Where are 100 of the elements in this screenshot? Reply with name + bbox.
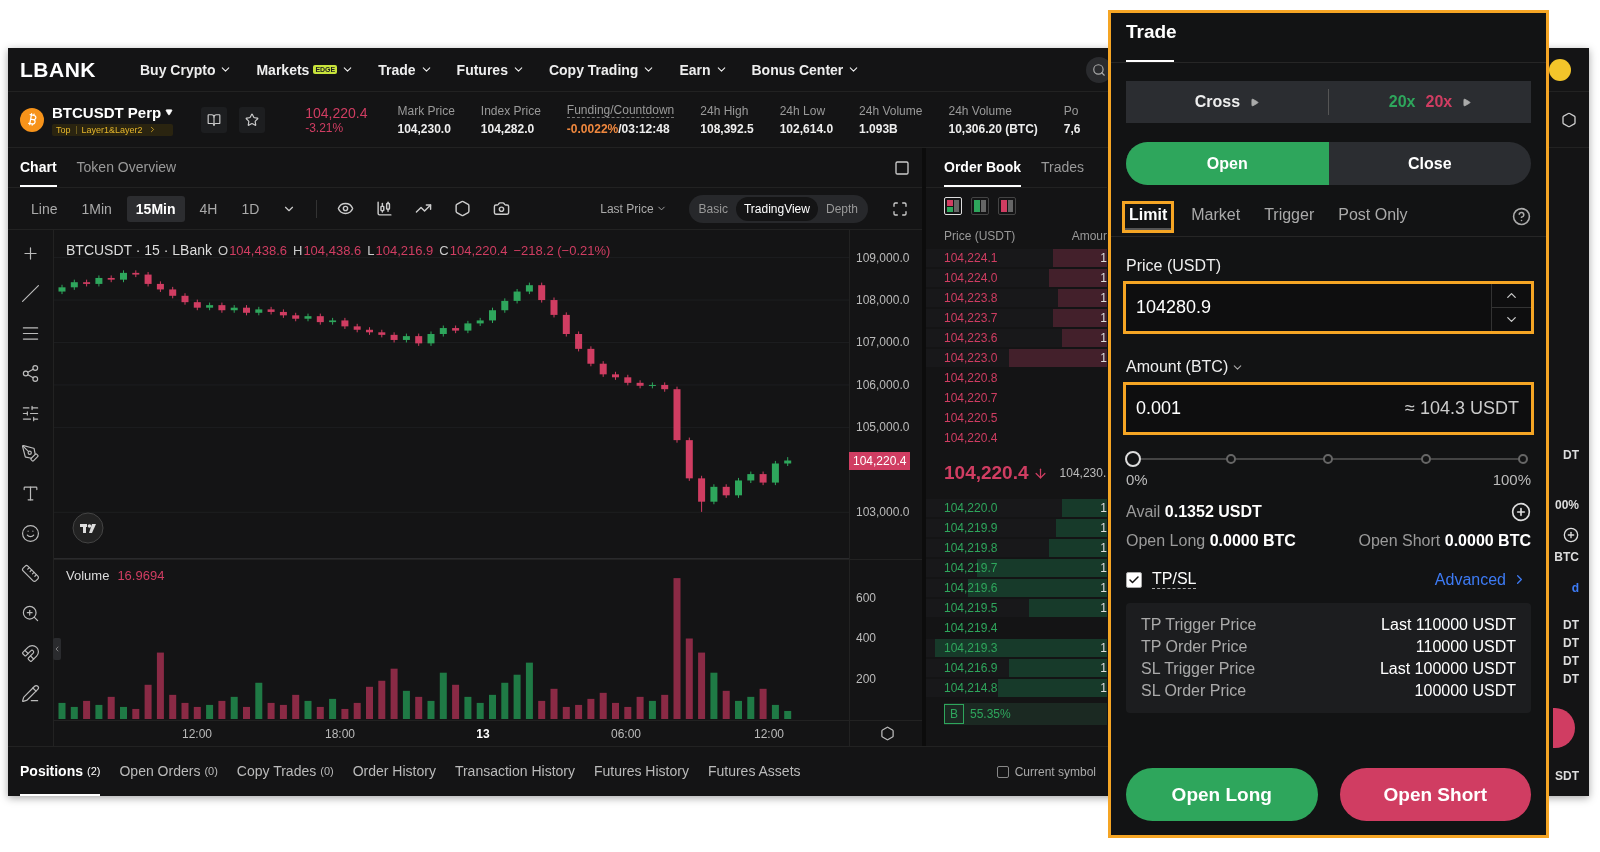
lines-icon[interactable]	[21, 324, 40, 343]
margin-mode-button[interactable]: Cross	[1126, 81, 1328, 123]
current-symbol-checkbox[interactable]: Current symbol	[996, 764, 1096, 779]
settings-icon[interactable]	[1561, 111, 1577, 128]
volume-bar	[612, 702, 619, 719]
help-icon[interactable]	[1512, 207, 1531, 226]
partial-text: DT	[1563, 671, 1579, 687]
order-type-tab[interactable]: Market	[1184, 200, 1248, 233]
bottom-tab[interactable]: Futures History	[594, 747, 689, 796]
chart-tab[interactable]: Chart	[20, 148, 57, 187]
order-book-tab[interactable]: Order Book	[944, 148, 1021, 187]
interval-tab[interactable]: 15Min	[126, 195, 185, 222]
sell-button[interactable]	[1553, 708, 1575, 748]
ask-amount: 1	[1100, 331, 1107, 345]
candle	[230, 304, 238, 314]
chart-tab[interactable]: Token Overview	[76, 148, 177, 187]
bottom-tab[interactable]: Positions (2)	[20, 747, 101, 796]
stat-value: 104,282.0	[480, 121, 536, 136]
bid-amount: 1	[1100, 661, 1107, 675]
bid-amount: 1	[1100, 541, 1107, 555]
magnet-icon[interactable]	[21, 644, 40, 663]
amount-input[interactable]: 0.001	[1126, 398, 1406, 419]
nav-menu-item[interactable]: Copy Trading	[548, 61, 656, 78]
bid-amount: 1	[1100, 681, 1107, 695]
interval-tab[interactable]: Line	[22, 195, 67, 222]
partial-text: DT	[1563, 617, 1579, 633]
bottom-tab[interactable]: Order History	[352, 747, 436, 796]
ruler-icon[interactable]	[21, 564, 40, 583]
leverage-button[interactable]: 20x 20x	[1329, 81, 1531, 123]
order-type-tab[interactable]: Limit	[1122, 200, 1175, 233]
layout-icon[interactable]	[971, 197, 989, 215]
price-field[interactable]: 104280.9	[1123, 281, 1534, 334]
pen-icon[interactable]	[21, 444, 40, 463]
amount-field[interactable]: 0.001 ≈ 104.3 USDT	[1123, 382, 1534, 435]
view-option[interactable]: TradingView	[735, 196, 818, 221]
bottom-tab[interactable]: Futures Assets	[707, 747, 801, 796]
panel-title[interactable]: Trade	[1126, 13, 1174, 62]
open-short-button[interactable]: Open Short	[1339, 768, 1531, 821]
price-input[interactable]: 104280.9	[1126, 297, 1491, 318]
price-source-dropdown[interactable]: Last Price	[594, 200, 673, 217]
line-tool-icon[interactable]	[21, 284, 40, 303]
pencil-icon[interactable]	[21, 684, 40, 703]
ask-amount: 1	[1100, 311, 1107, 325]
view-option[interactable]: Depth	[817, 196, 866, 221]
plus-circle-icon[interactable]	[1563, 527, 1579, 543]
sliders-icon[interactable]	[21, 404, 40, 423]
fullscreen-icon[interactable]	[892, 200, 908, 217]
text-tool-icon[interactable]	[21, 484, 40, 503]
interval-tab[interactable]: 1D	[232, 195, 269, 222]
amount-slider[interactable]	[1127, 451, 1529, 467]
partial-text: DT	[1563, 653, 1579, 669]
hexagon-icon[interactable]	[454, 200, 472, 217]
symbol-name[interactable]: BTCUSDT Perp	[52, 103, 162, 121]
bitcoin-icon	[20, 107, 44, 132]
candle	[353, 323, 361, 333]
order-type-tab[interactable]: Post Only	[1331, 200, 1415, 233]
square-icon[interactable]	[894, 159, 910, 176]
settings-icon[interactable]	[880, 726, 895, 741]
volume-bar	[710, 672, 718, 719]
field-label[interactable]: Amount (BTC)	[1126, 358, 1531, 376]
bottom-tab[interactable]: Copy Trades (0)	[236, 747, 334, 796]
volume-bar	[489, 694, 496, 719]
candle	[292, 312, 300, 322]
volume-bar	[575, 704, 583, 719]
collapse-handle[interactable]	[53, 638, 61, 660]
view-option[interactable]: Basic	[690, 196, 736, 221]
zoom-in-icon[interactable]	[21, 604, 40, 623]
bottom-tab[interactable]: Open Orders (0)	[119, 747, 218, 796]
candle	[550, 297, 558, 318]
book-button[interactable]	[201, 106, 228, 133]
side-tab[interactable]: Close	[1328, 142, 1531, 185]
add-funds-icon[interactable]	[1511, 502, 1531, 522]
nav-menu-item[interactable]: Bonus Center	[751, 61, 861, 78]
advanced-link[interactable]: Advanced	[1434, 570, 1531, 589]
interval-tab[interactable]: 1Min	[72, 195, 121, 222]
ohlc-value: 104,438.6	[229, 243, 287, 258]
tpsl-checkbox[interactable]	[1126, 571, 1142, 588]
favorite-button[interactable]	[239, 106, 266, 133]
partial-link[interactable]: d	[1571, 580, 1579, 596]
candle	[599, 360, 607, 378]
ask-price: 104,220.4	[944, 431, 998, 445]
bottom-tab[interactable]: Transaction History	[454, 747, 575, 796]
candle	[501, 297, 509, 314]
indicator-icon[interactable]	[337, 200, 355, 217]
chevron-left-icon	[53, 645, 61, 653]
caret-icon[interactable]	[165, 108, 174, 116]
pattern-icon[interactable]	[21, 364, 40, 383]
slider-thumb[interactable]	[1125, 451, 1141, 467]
candlestick-icon[interactable]	[376, 200, 394, 217]
nav-menu-item[interactable]: Earn	[679, 61, 728, 78]
smiley-icon[interactable]	[21, 524, 40, 543]
nav-menu-item[interactable]: Futures	[456, 61, 525, 78]
order-type-tab[interactable]: Trigger	[1257, 200, 1322, 233]
nav-menu-item[interactable]: Buy Crypto	[140, 61, 233, 78]
crosshair-icon[interactable]	[21, 244, 40, 263]
nav-menu-item[interactable]: Trade	[378, 61, 433, 78]
interval-tab[interactable]: 4H	[190, 195, 227, 222]
order-book-tab[interactable]: Trades	[1041, 148, 1085, 187]
camera-icon[interactable]	[493, 200, 511, 217]
axis-label: 108,000.0	[856, 293, 910, 308]
